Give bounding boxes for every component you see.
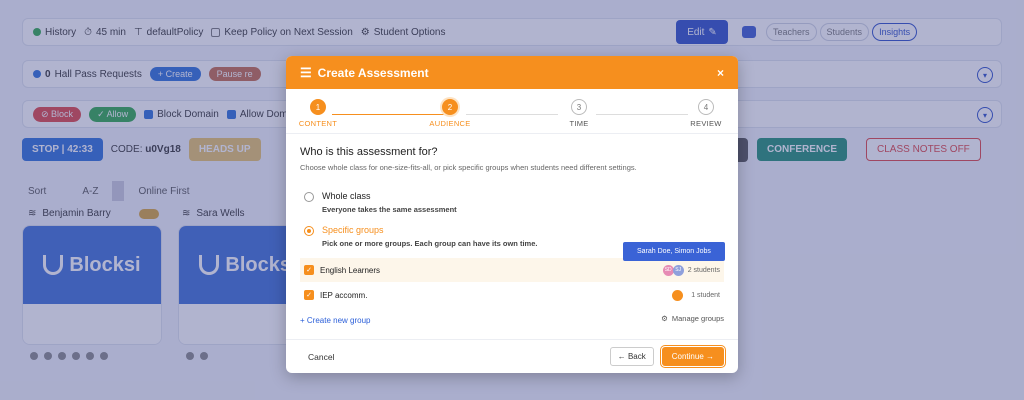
option-title: Specific groups	[322, 225, 384, 235]
step-audience[interactable]: 2 AUDIENCE	[420, 99, 480, 128]
step-connector	[596, 114, 688, 115]
step-number: 3	[571, 99, 587, 115]
step-label: TIME	[569, 119, 589, 128]
checkbox-checked-icon[interactable]: ✓	[304, 290, 314, 300]
create-group-link[interactable]: + Create new group	[300, 316, 371, 325]
modal-footer: Cancel ← Back Continue →	[286, 339, 738, 373]
step-review[interactable]: 4 REVIEW	[676, 99, 736, 128]
checkbox-checked-icon[interactable]: ✓	[304, 265, 314, 275]
step-content[interactable]: 1 CONTENT	[288, 99, 348, 128]
option-title: Whole class	[322, 191, 371, 201]
radio-icon[interactable]	[304, 192, 314, 202]
close-icon[interactable]: ×	[717, 66, 724, 80]
step-label: AUDIENCE	[429, 119, 471, 128]
step-time[interactable]: 3 TIME	[549, 99, 609, 128]
step-label: CONTENT	[298, 119, 338, 128]
option-whole-class[interactable]: Whole class Everyone takes the same asse…	[304, 191, 457, 214]
manage-groups-link[interactable]: ⚙ Manage groups	[661, 314, 724, 323]
group-name: IEP accomm.	[320, 290, 368, 300]
question-heading: Who is this assessment for?	[300, 146, 438, 158]
modal-title: Create Assessment	[317, 65, 429, 80]
manage-groups-label: Manage groups	[671, 314, 724, 323]
avatar	[672, 289, 684, 301]
group-name: English Learners	[320, 265, 381, 275]
back-button[interactable]: ← Back	[609, 347, 654, 366]
group-row[interactable]: ✓ English Learners SD SJ 2 students	[300, 258, 724, 282]
question-hint: Choose whole class for one-size-fits-all…	[300, 163, 637, 172]
group-count: 1 student	[691, 291, 720, 299]
option-specific-groups[interactable]: Specific groups Pick one or more groups.…	[304, 225, 537, 248]
avatar: SJ	[672, 264, 684, 276]
group-members-tooltip: Sarah Doe, Simon Jobs	[623, 242, 725, 261]
create-assessment-modal: ☰ Create Assessment × 1 CONTENT 2 AUDIEN…	[286, 56, 738, 373]
group-row[interactable]: ✓ IEP accomm. 1 student	[300, 283, 724, 307]
step-number: 4	[698, 99, 714, 115]
group-meta: 1 student	[672, 289, 720, 301]
group-count: 2 students	[687, 266, 720, 274]
group-meta: SD SJ 2 students	[662, 264, 720, 276]
step-label: REVIEW	[690, 119, 722, 128]
continue-button[interactable]: Continue →	[661, 347, 724, 366]
gear-icon: ⚙	[661, 314, 668, 323]
step-number: 2	[442, 99, 458, 115]
step-number: 1	[310, 99, 326, 115]
modal-body: Who is this assessment for? Choose whole…	[286, 134, 738, 172]
modal-header: ☰ Create Assessment ×	[286, 56, 738, 89]
stepper: 1 CONTENT 2 AUDIENCE 3 TIME 4 REVIEW	[286, 89, 738, 134]
cancel-button[interactable]: Cancel	[308, 352, 334, 362]
radio-selected-icon[interactable]	[304, 226, 314, 236]
menu-icon: ☰	[300, 64, 312, 80]
option-subtitle: Everyone takes the same assessment	[322, 205, 457, 214]
option-subtitle: Pick one or more groups. Each group can …	[322, 239, 538, 248]
